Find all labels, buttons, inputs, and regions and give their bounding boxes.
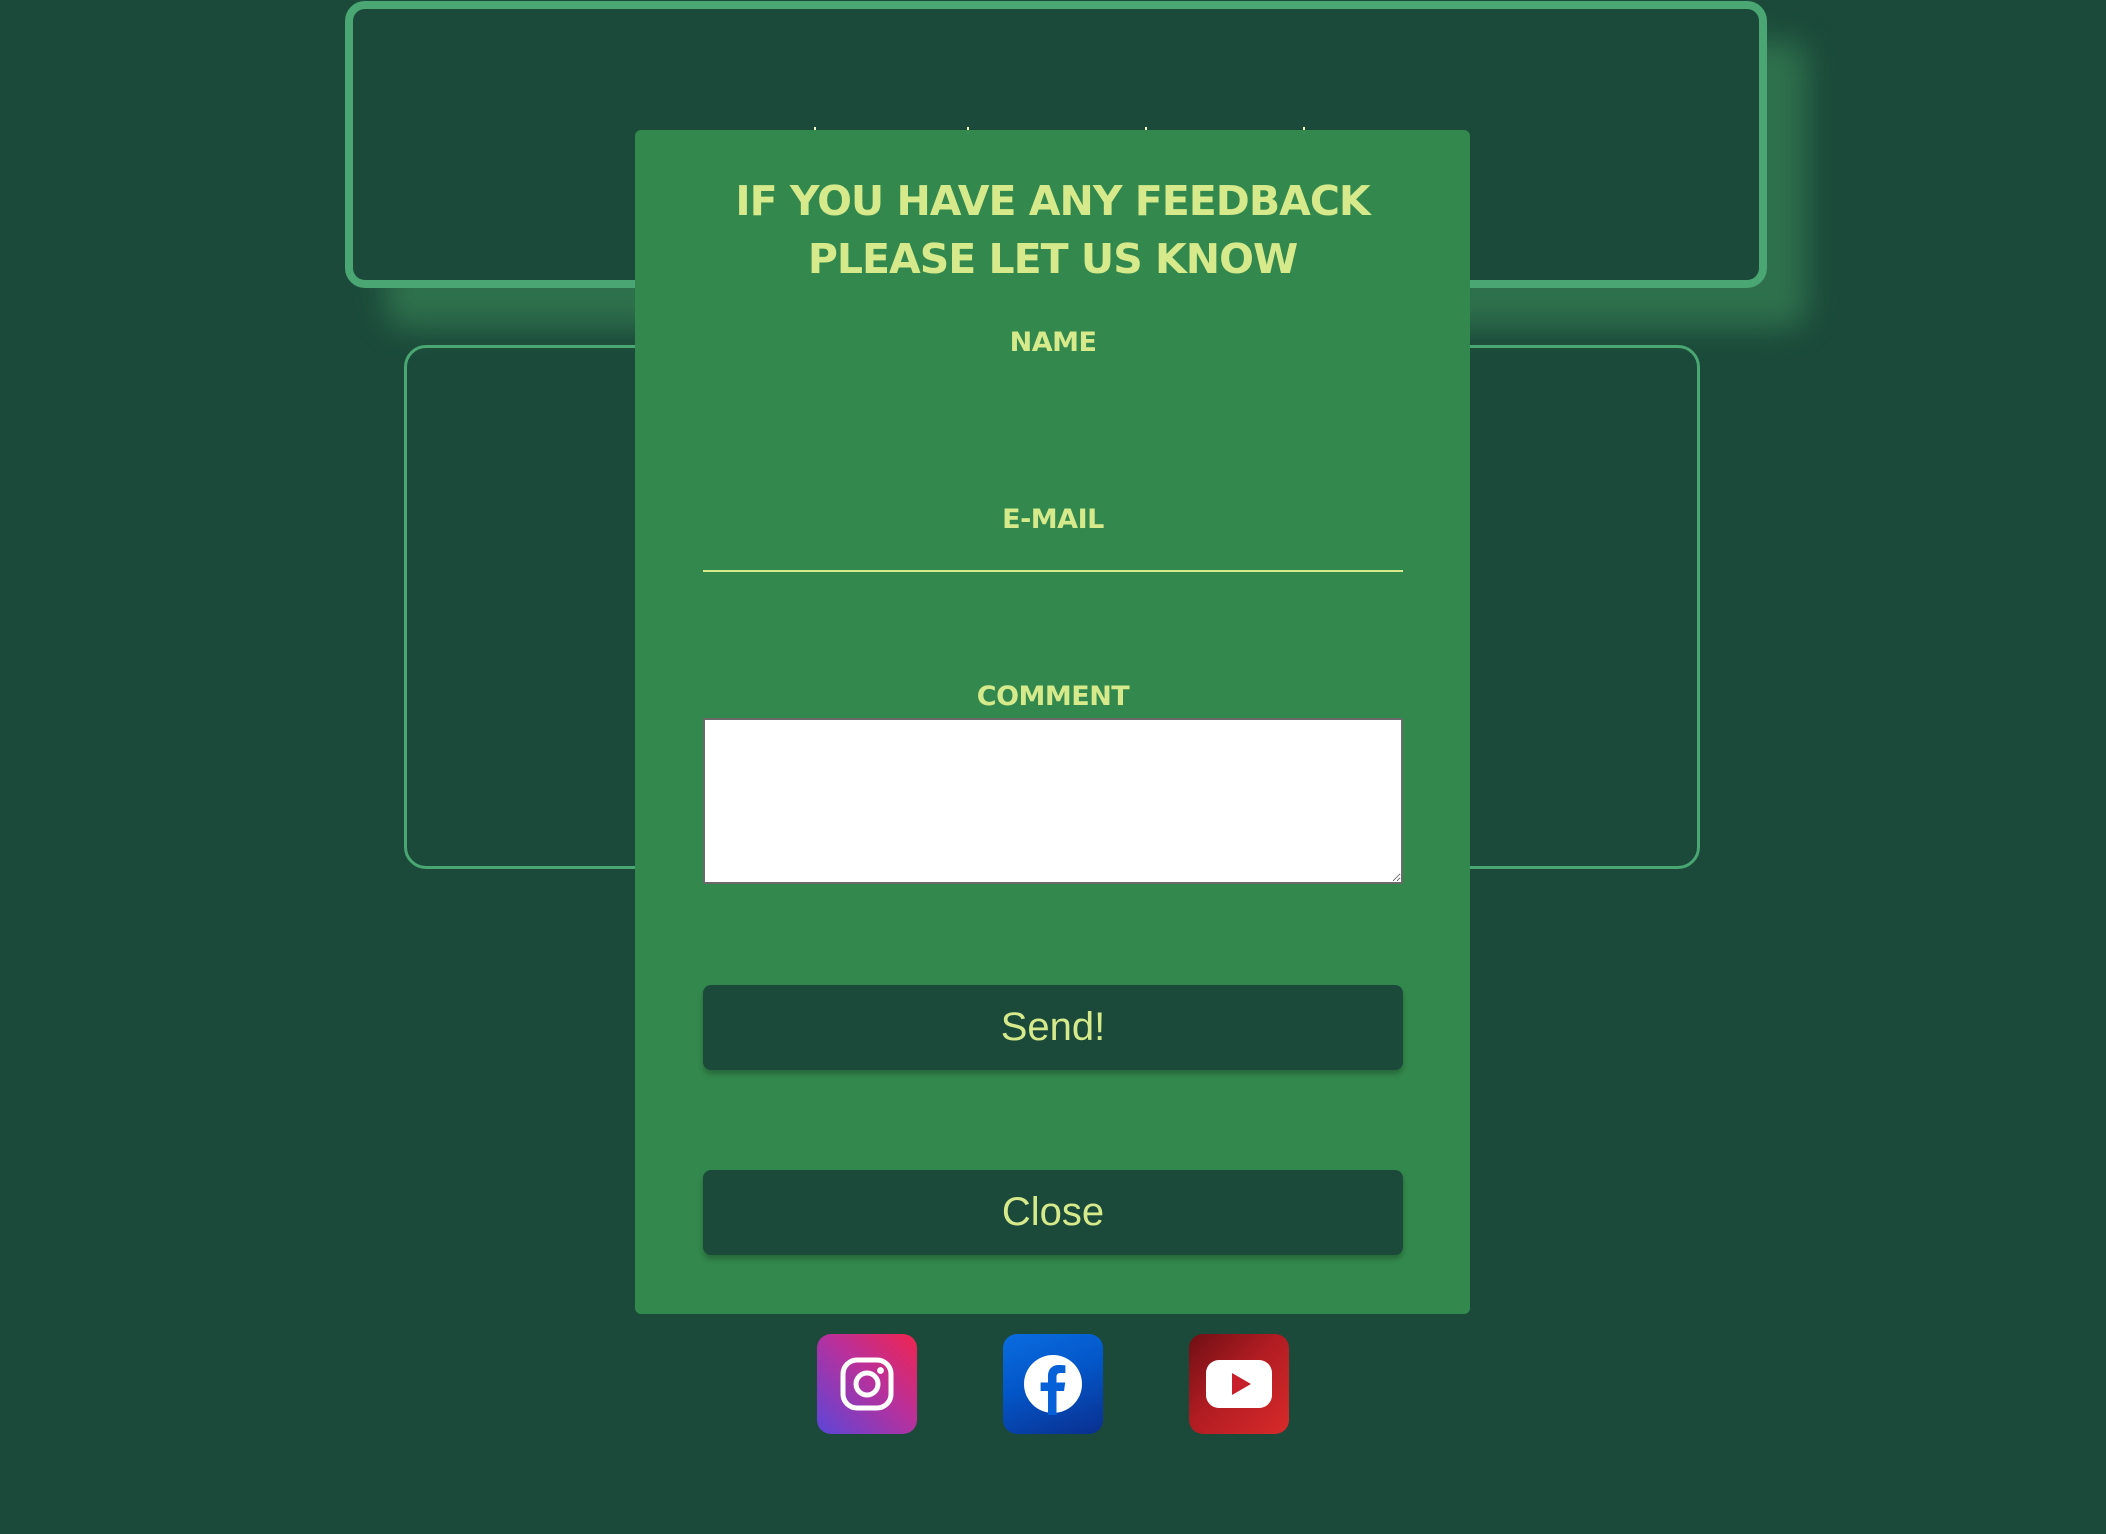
instagram-icon — [840, 1357, 894, 1411]
feedback-modal: IF YOU HAVE ANY FEEDBACK PLEASE LET US K… — [635, 130, 1470, 1314]
youtube-icon — [1206, 1360, 1272, 1408]
name-label: NAME — [1009, 327, 1097, 358]
comment-label: COMMENT — [976, 681, 1130, 712]
send-button[interactable]: Send! — [703, 985, 1403, 1070]
modal-title: IF YOU HAVE ANY FEEDBACK PLEASE LET US K… — [735, 177, 1370, 283]
email-label: E-MAIL — [1002, 504, 1104, 535]
close-button[interactable]: Close — [703, 1170, 1403, 1255]
comment-textarea[interactable] — [703, 718, 1403, 884]
instagram-link[interactable] — [817, 1334, 917, 1434]
youtube-link[interactable] — [1189, 1334, 1289, 1434]
facebook-link[interactable] — [1003, 1334, 1103, 1434]
facebook-icon — [1024, 1355, 1082, 1415]
